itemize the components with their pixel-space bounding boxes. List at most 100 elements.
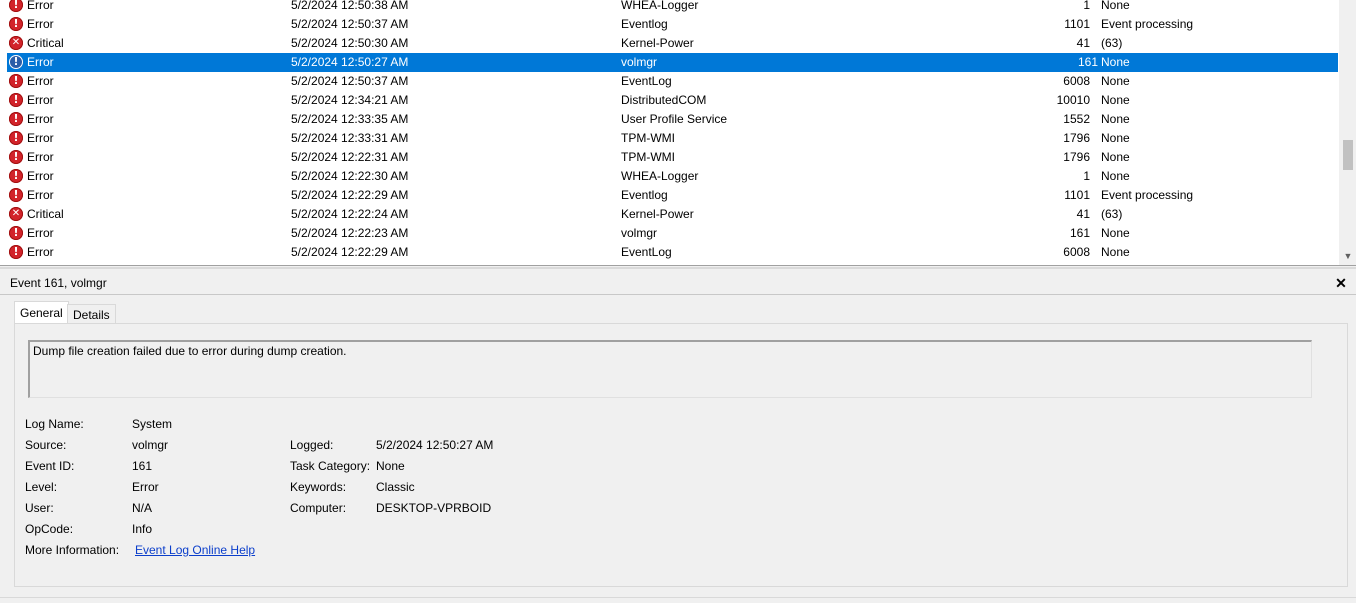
value-level[interactable]: Error bbox=[132, 480, 159, 494]
event-task-category: None bbox=[1101, 74, 1130, 88]
tab-details[interactable]: Details bbox=[67, 304, 116, 325]
event-task-category: None bbox=[1101, 150, 1130, 164]
event-id: 1796 bbox=[1063, 150, 1090, 164]
event-level: Error bbox=[27, 188, 54, 202]
label-user: User: bbox=[25, 501, 54, 515]
event-row[interactable]: ! Error 5/2/2024 12:22:30 AM WHEA-Logger 1 No… bbox=[0, 167, 1338, 186]
event-level: Error bbox=[27, 17, 54, 31]
event-source: WHEA-Logger bbox=[621, 169, 699, 183]
critical-icon: ✕ bbox=[9, 36, 23, 50]
error-icon: ! bbox=[9, 112, 23, 126]
event-row[interactable]: ✕ Critical 5/2/2024 12:50:30 AM Kernel-Powe… bbox=[0, 34, 1338, 53]
event-level: Error bbox=[27, 55, 54, 69]
close-icon[interactable]: ✕ bbox=[1334, 272, 1348, 294]
event-date: 5/2/2024 12:34:21 AM bbox=[291, 93, 409, 107]
event-id: 1101 bbox=[1064, 188, 1090, 202]
event-task-category: (63) bbox=[1101, 36, 1123, 50]
event-source: Eventlog bbox=[621, 188, 668, 202]
event-level: Error bbox=[27, 74, 54, 88]
event-date: 5/2/2024 12:33:35 AM bbox=[291, 112, 409, 126]
event-row[interactable]: ! Error 5/2/2024 12:22:31 AM TPM-WMI 1796 Non… bbox=[0, 148, 1338, 167]
event-id: 161 bbox=[1069, 226, 1090, 240]
scrollbar-thumb[interactable] bbox=[1343, 140, 1353, 170]
event-row[interactable]: ! Error 5/2/2024 12:33:31 AM TPM-WMI 1796 Non… bbox=[0, 129, 1338, 148]
event-date: 5/2/2024 12:50:27 AM bbox=[291, 55, 409, 69]
event-log-online-help-link[interactable]: Event Log Online Help bbox=[135, 543, 255, 557]
general-tab-panel: Dump file creation failed due to error d… bbox=[14, 323, 1348, 587]
label-log-name: Log Name: bbox=[25, 417, 84, 431]
event-row[interactable]: ! Error 5/2/2024 12:22:29 AM Eventlog 1101 Ev… bbox=[0, 186, 1338, 205]
value-computer[interactable]: DESKTOP-VPRBOID bbox=[376, 501, 491, 515]
error-icon: ! bbox=[9, 245, 23, 259]
event-row[interactable]: ! Error 5/2/2024 12:33:35 AM User Profile S… bbox=[0, 110, 1338, 129]
label-keywords: Keywords: bbox=[290, 480, 347, 494]
value-task-category[interactable]: None bbox=[376, 459, 405, 473]
event-task-category: Event processing bbox=[1101, 17, 1194, 31]
event-id: 41 bbox=[1076, 207, 1090, 221]
event-row[interactable]: ! Error 5/2/2024 12:50:27 AM volmgr 161 None bbox=[7, 53, 1338, 72]
error-icon: ! bbox=[9, 55, 23, 69]
event-task-category: None bbox=[1101, 55, 1130, 69]
event-task-category: None bbox=[1101, 112, 1130, 126]
error-icon: ! bbox=[9, 74, 23, 88]
value-logged[interactable]: 5/2/2024 12:50:27 AM bbox=[376, 438, 493, 452]
event-row[interactable]: ! Error 5/2/2024 12:50:38 AM WHEA-Logger 1 No… bbox=[0, 0, 1338, 15]
label-opcode: OpCode: bbox=[25, 522, 74, 536]
event-row[interactable]: ! Error 5/2/2024 12:22:23 AM volmgr 161 None bbox=[0, 224, 1338, 243]
event-id: 1 bbox=[1083, 0, 1090, 12]
detail-title: Event 161, volmgr bbox=[10, 276, 107, 290]
event-source: TPM-WMI bbox=[621, 131, 675, 145]
event-task-category: None bbox=[1101, 169, 1130, 183]
event-date: 5/2/2024 12:50:37 AM bbox=[291, 17, 409, 31]
event-level: Error bbox=[27, 131, 54, 145]
event-level: Error bbox=[27, 169, 54, 183]
event-row[interactable]: ✕ Critical 5/2/2024 12:22:24 AM Kernel-Powe… bbox=[0, 205, 1338, 224]
event-task-category: (63) bbox=[1101, 207, 1123, 221]
event-row[interactable]: ! Error 5/2/2024 12:22:29 AM EventLog 6008 No… bbox=[0, 243, 1338, 262]
event-row[interactable]: ! Error 5/2/2024 12:50:37 AM EventLog 6008 No… bbox=[0, 72, 1338, 91]
event-id: 41 bbox=[1076, 36, 1090, 50]
event-rows: ! Error 5/2/2024 12:50:38 AM WHEA-Logger 1 No… bbox=[0, 0, 1338, 262]
value-keywords[interactable]: Classic bbox=[376, 480, 415, 494]
event-id: 1796 bbox=[1063, 131, 1090, 145]
pane-splitter[interactable] bbox=[0, 267, 1356, 269]
event-level: Error bbox=[27, 0, 54, 12]
value-user[interactable]: N/A bbox=[132, 501, 152, 515]
vertical-scrollbar[interactable]: ▼ bbox=[1339, 0, 1356, 265]
label-computer: Computer: bbox=[290, 501, 347, 515]
event-id: 10010 bbox=[1056, 93, 1090, 107]
event-date: 5/2/2024 12:22:24 AM bbox=[291, 207, 409, 221]
event-source: EventLog bbox=[621, 245, 672, 259]
event-source: volmgr bbox=[621, 55, 658, 69]
event-source: Kernel-Power bbox=[621, 207, 694, 221]
event-task-category: None bbox=[1101, 93, 1130, 107]
event-date: 5/2/2024 12:22:30 AM bbox=[291, 169, 409, 183]
event-row[interactable]: ! Error 5/2/2024 12:34:21 AM DistributedCOM… bbox=[0, 91, 1338, 110]
event-list[interactable]: ! Error 5/2/2024 12:50:38 AM WHEA-Logger 1 No… bbox=[0, 0, 1356, 266]
event-description[interactable]: Dump file creation failed due to error d… bbox=[28, 340, 1312, 398]
event-date: 5/2/2024 12:50:30 AM bbox=[291, 36, 409, 50]
value-event-id[interactable]: 161 bbox=[132, 459, 152, 473]
event-id: 6008 bbox=[1063, 245, 1090, 259]
event-source: TPM-WMI bbox=[621, 150, 675, 164]
value-opcode[interactable]: Info bbox=[132, 522, 152, 536]
event-level: Error bbox=[27, 93, 54, 107]
value-log-name[interactable]: System bbox=[132, 417, 172, 431]
event-date: 5/2/2024 12:33:31 AM bbox=[291, 131, 409, 145]
value-source[interactable]: volmgr bbox=[132, 438, 168, 452]
event-row[interactable]: ! Error 5/2/2024 12:50:37 AM Eventlog 1101 Ev… bbox=[0, 15, 1338, 34]
event-source: Kernel-Power bbox=[621, 36, 694, 50]
error-icon: ! bbox=[9, 169, 23, 183]
event-date: 5/2/2024 12:50:38 AM bbox=[291, 0, 409, 12]
event-date: 5/2/2024 12:50:37 AM bbox=[291, 74, 409, 88]
event-source: Eventlog bbox=[621, 17, 668, 31]
error-icon: ! bbox=[9, 0, 23, 12]
label-task-category: Task Category: bbox=[290, 459, 371, 473]
detail-header: Event 161, volmgr ✕ bbox=[0, 272, 1356, 295]
event-level: Error bbox=[27, 226, 54, 240]
label-logged: Logged: bbox=[290, 438, 334, 452]
error-icon: ! bbox=[9, 150, 23, 164]
event-source: WHEA-Logger bbox=[621, 0, 699, 12]
scroll-down-arrow-icon[interactable]: ▼ bbox=[1343, 251, 1353, 261]
tab-general[interactable]: General bbox=[14, 301, 69, 324]
